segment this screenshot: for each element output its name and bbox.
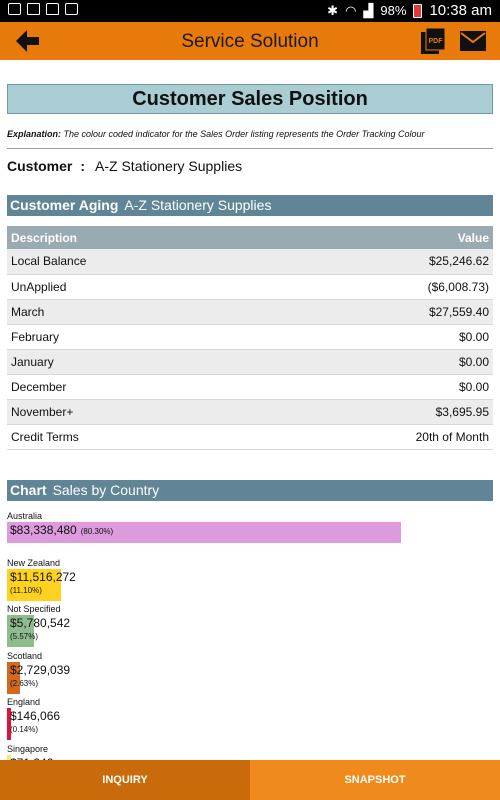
table-row: November+ $3,695.95: [7, 399, 493, 425]
row-value: $0.00: [252, 349, 493, 375]
app-bar: Service Solution PDF: [0, 22, 500, 60]
bar-country-label: Singapore: [7, 743, 49, 754]
explanation-label: Explanation:: [7, 129, 62, 139]
bar-country-label: New Zealand: [7, 557, 61, 568]
customer-aging-header: Customer Aging A-Z Stationery Supplies: [7, 195, 493, 216]
row-description: UnApplied: [7, 274, 253, 300]
bar-group[interactable]: Scotland (2.63%) $2,729,039: [7, 650, 493, 694]
customer-label: Customer: [7, 158, 73, 174]
row-description: Local Balance: [7, 249, 253, 275]
bar-country-label: England: [7, 697, 41, 707]
clipboard-icon: [65, 3, 78, 15]
bar-percent-label: (2.63%): [10, 678, 39, 688]
table-row: March $27,559.40: [7, 299, 493, 325]
bar-country-label: Scotland: [7, 650, 43, 661]
status-right-icons: ✱ ◠ ▟ 98% 10:38 am: [327, 2, 492, 19]
row-description: November+: [7, 399, 253, 425]
explanation-text: Explanation: The colour coded indicator …: [7, 129, 425, 139]
row-value: $0.00: [252, 374, 493, 400]
bar-group[interactable]: New Zealand (11.10%) $11,516,272: [7, 557, 493, 601]
bar-country-label: Australia: [7, 511, 43, 521]
customer-aging-title: Customer Aging: [10, 197, 119, 213]
row-description: March: [7, 299, 253, 325]
table-row: February $0.00: [7, 324, 493, 350]
row-value: ($6,008.73): [252, 274, 493, 300]
sales-by-country-chart[interactable]: Australia $83,338,480 (80.30%) New Zealand (…: [7, 510, 493, 760]
bar-percent-label: (0.14%): [10, 725, 39, 734]
status-left-icons: [8, 3, 78, 15]
column-header-description: Description: [7, 226, 253, 249]
image-icon: [8, 3, 21, 15]
bar-group[interactable]: Singapore$71,242: [7, 743, 493, 760]
bar-value-label: $146,066: [10, 709, 61, 723]
email-icon[interactable]: [459, 30, 487, 52]
mail-notification-icon: [27, 3, 40, 15]
wifi-icon: ◠: [345, 2, 357, 18]
row-value: $3,695.95: [252, 399, 493, 425]
table-row: January $0.00: [7, 349, 493, 375]
row-value: $0.00: [252, 324, 493, 350]
customer-aging-table: Description Value Local Balance $25,246.…: [7, 226, 493, 450]
table-header-row: Description Value: [7, 226, 493, 249]
row-value: $25,246.62: [252, 249, 493, 275]
tab-inquiry[interactable]: INQUIRY: [0, 760, 250, 800]
bar-country-label: Not Specified: [7, 604, 61, 614]
chart-header: Chart Sales by Country: [7, 480, 493, 501]
table-row: December $0.00: [7, 374, 493, 400]
bar-group[interactable]: Not Specified (5.57%) $5,780,542: [7, 603, 493, 647]
table-row: Credit Terms 20th of Month: [7, 424, 493, 450]
row-description: February: [7, 324, 253, 350]
customer-aging-customer: A-Z Stationery Supplies: [124, 197, 272, 213]
signal-icon: ▟: [363, 2, 374, 18]
battery-icon: [413, 3, 423, 18]
tab-snapshot[interactable]: SNAPSHOT: [250, 760, 500, 800]
explanation-body: The colour coded indicator for the Sales…: [61, 129, 425, 139]
customer-separator: :: [80, 158, 86, 174]
chart-title: Chart: [10, 482, 47, 498]
pdf-icon-label: PDF: [429, 38, 444, 45]
clock: 10:38 am: [429, 2, 492, 19]
table-row: UnApplied ($6,008.73): [7, 274, 493, 300]
customer-row: Customer : A-Z Stationery Supplies: [7, 158, 242, 174]
bottom-tab-bar: INQUIRY SNAPSHOT: [0, 760, 500, 800]
row-description: January: [7, 349, 253, 375]
status-bar: ✱ ◠ ▟ 98% 10:38 am: [0, 0, 500, 22]
column-header-value: Value: [252, 226, 493, 249]
battery-percent: 98%: [380, 3, 407, 18]
bar-value-label: $11,516,272: [10, 569, 76, 584]
row-description: Credit Terms: [7, 424, 253, 450]
bar-percent-label: (11.10%): [10, 585, 42, 595]
bar-group[interactable]: England (0.14%) $146,066: [7, 696, 493, 740]
bar-value-label: $5,780,542: [10, 616, 71, 630]
row-value: 20th of Month: [252, 424, 493, 450]
customer-name: A-Z Stationery Supplies: [95, 158, 243, 174]
bar-value-label: $83,338,480 (80.30%): [10, 523, 114, 537]
row-value: $27,559.40: [252, 299, 493, 325]
bar-percent-label: (80.30%): [80, 527, 114, 536]
chart-subtitle: Sales by Country: [52, 482, 160, 498]
page-heading-text: Customer Sales Position: [132, 88, 368, 110]
store-notification-icon: [46, 3, 59, 15]
pdf-export-icon[interactable]: PDF: [420, 27, 446, 55]
bar-percent-label: (5.57%): [10, 632, 39, 641]
bar-value-label: $2,729,039: [10, 662, 71, 677]
row-description: December: [7, 374, 253, 400]
bluetooth-icon: ✱: [327, 2, 339, 18]
page-heading: Customer Sales Position: [7, 84, 493, 114]
table-row: Local Balance $25,246.62: [7, 249, 493, 275]
bar-group[interactable]: Australia $83,338,480 (80.30%): [7, 510, 493, 543]
divider: [7, 148, 493, 149]
